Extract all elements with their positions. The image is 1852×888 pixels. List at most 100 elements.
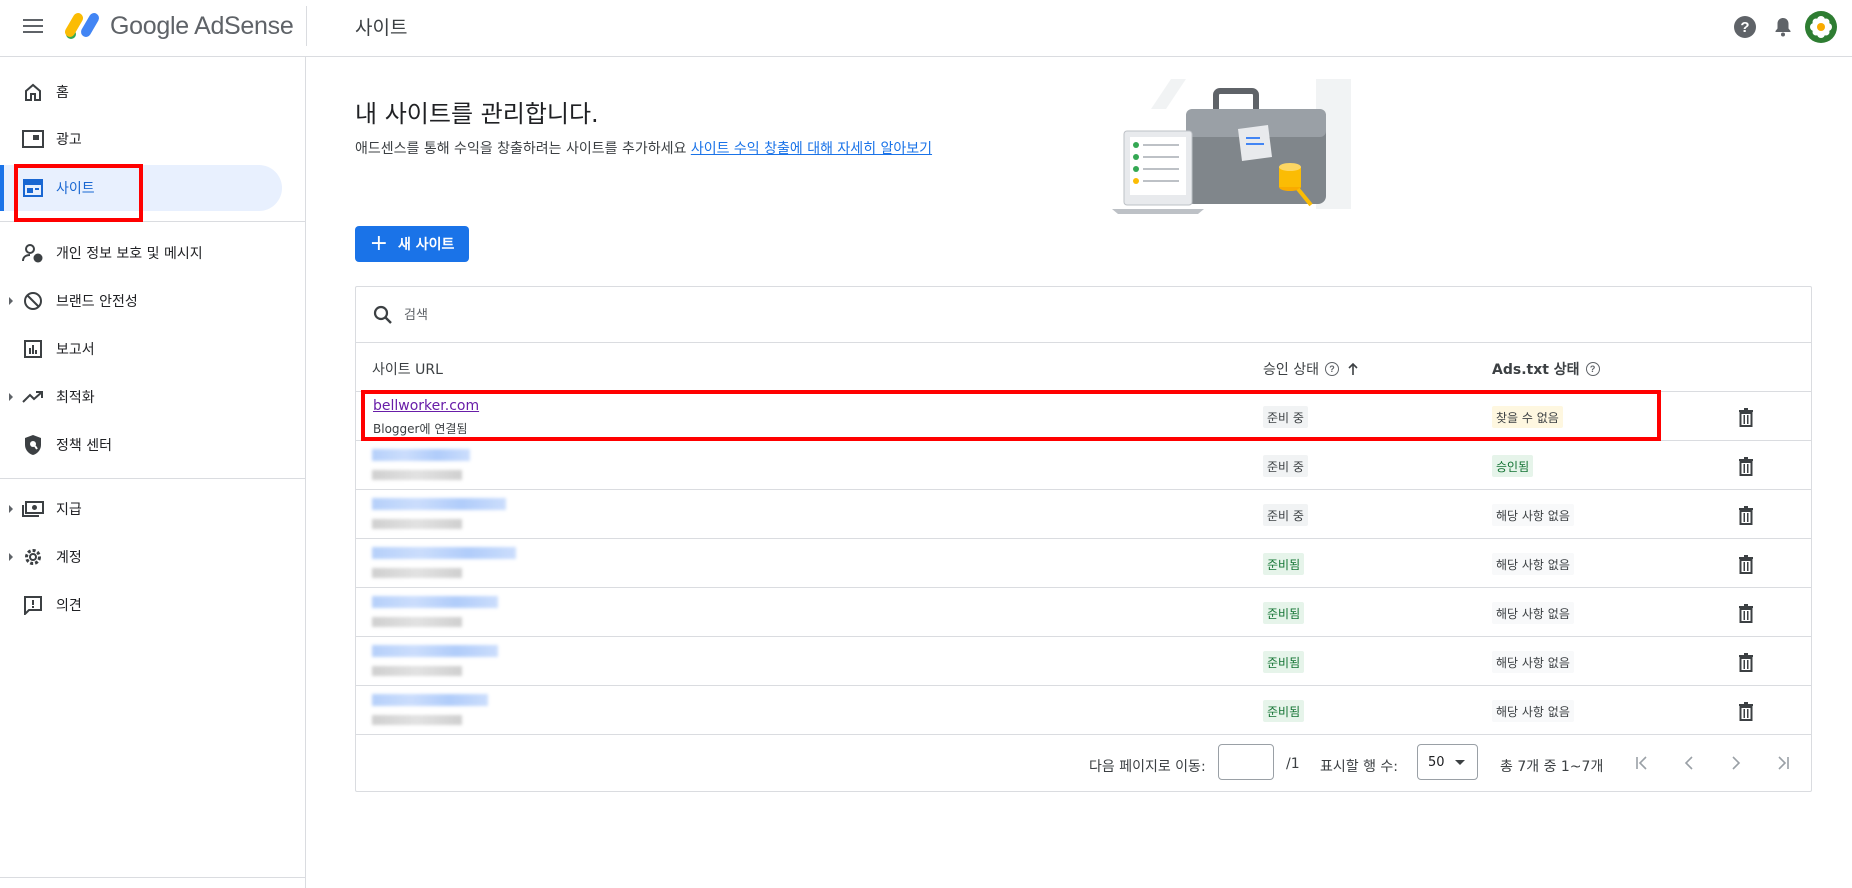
approval-status-chip: 준비됨 <box>1263 651 1305 673</box>
pagination-bar: 다음 페이지로 이동: /1 표시할 행 수: 50 총 7개 중 1~7개 <box>356 735 1811 792</box>
expand-caret-icon <box>9 297 13 305</box>
sidebar-divider <box>0 478 306 479</box>
goto-page-label: 다음 페이지로 이동: <box>1089 759 1206 775</box>
sidebar-item-label: 개인 정보 보호 및 메시지 <box>56 246 203 262</box>
site-url-link[interactable]: bellworker.com <box>373 398 479 414</box>
ads-txt-status-chip: 해당 사항 없음 <box>1492 700 1574 722</box>
page-number-input[interactable] <box>1218 744 1274 780</box>
rows-per-page-value: 50 <box>1428 754 1445 770</box>
help-outline-icon[interactable]: ? <box>1585 362 1600 376</box>
redacted-site-info <box>372 519 462 529</box>
approval-status-chip: 준비됨 <box>1263 602 1305 624</box>
approval-status-chip: 준비 중 <box>1263 406 1308 428</box>
sidebar-item-label: 지급 <box>56 502 82 518</box>
help-button[interactable]: ? <box>1728 10 1762 44</box>
page-heading: 내 사이트를 관리합니다. <box>355 100 599 128</box>
chevron-right-icon <box>1732 756 1741 770</box>
top-divider <box>306 6 307 46</box>
sidebar-item-privacy-messaging[interactable]: 개인 정보 보호 및 메시지 <box>0 230 282 276</box>
rows-per-page-select[interactable]: 50 <box>1417 744 1478 780</box>
last-page-button[interactable] <box>1770 750 1796 776</box>
delete-button[interactable] <box>1734 699 1758 723</box>
expand-caret-icon <box>9 505 13 513</box>
trash-icon <box>1739 505 1753 525</box>
search-icon <box>373 305 392 324</box>
sidebar-divider <box>0 877 306 878</box>
feedback-icon <box>22 594 44 616</box>
delete-button[interactable] <box>1734 503 1758 527</box>
plus-icon: + <box>369 231 389 256</box>
table-row[interactable]: 준비됨 해당 사항 없음 <box>356 539 1811 588</box>
new-site-button[interactable]: + 새 사이트 <box>355 226 469 262</box>
learn-more-link[interactable]: 사이트 수익 창출에 대해 자세히 알아보기 <box>691 141 932 157</box>
redacted-site-info <box>372 617 462 627</box>
table-row[interactable]: 준비됨 해당 사항 없음 <box>356 686 1811 735</box>
chevron-left-icon <box>1684 756 1693 770</box>
column-header-ads-txt-status[interactable]: Ads.txt 상태 ? <box>1492 359 1600 379</box>
sidebar-item-reports[interactable]: 보고서 <box>0 326 282 372</box>
sidebar-item-payments[interactable]: 지급 <box>0 486 282 532</box>
ads-txt-status-chip: 해당 사항 없음 <box>1492 602 1574 624</box>
page-subtitle: 애드센스를 통해 수익을 창출하려는 사이트를 추가하세요 사이트 수익 창출에… <box>355 138 932 158</box>
new-site-button-label: 새 사이트 <box>398 237 455 253</box>
trash-icon <box>1739 652 1753 672</box>
reports-icon <box>22 338 44 360</box>
sidebar-item-policy-center[interactable]: 정책 센터 <box>0 422 282 468</box>
column-header-site-url[interactable]: 사이트 URL <box>372 359 443 379</box>
first-page-icon <box>1636 756 1647 770</box>
redacted-site-url <box>372 596 498 608</box>
expand-caret-icon <box>9 553 13 561</box>
ads-txt-status-chip: 해당 사항 없음 <box>1492 504 1574 526</box>
sidebar-divider <box>0 221 306 222</box>
sidebar-item-optimization[interactable]: 최적화 <box>0 374 282 420</box>
delete-button[interactable] <box>1734 552 1758 576</box>
trash-icon <box>1739 554 1753 574</box>
dropdown-arrow-icon <box>1455 760 1465 765</box>
sidebar-item-feedback[interactable]: 의견 <box>0 582 282 628</box>
previous-page-button[interactable] <box>1676 750 1702 776</box>
trending-up-icon <box>22 386 44 408</box>
trash-icon <box>1739 603 1753 623</box>
first-page-button[interactable] <box>1629 750 1655 776</box>
delete-button[interactable] <box>1734 454 1758 478</box>
sidebar-item-brand-safety[interactable]: 브랜드 안전성 <box>0 278 282 324</box>
sites-icon <box>22 177 44 199</box>
sort-ascending-icon[interactable] <box>1347 362 1359 376</box>
sidebar: 홈 광고 사이트 개인 정보 보호 및 메시지 브랜드 안전성 보고서 최적화 … <box>0 57 306 888</box>
table-row[interactable]: 준비 중 해당 사항 없음 <box>356 490 1811 539</box>
page-title: 사이트 <box>355 17 408 39</box>
ads-txt-status-chip: 해당 사항 없음 <box>1492 651 1574 673</box>
sidebar-item-ads[interactable]: 광고 <box>0 116 282 162</box>
policy-shield-icon <box>22 434 44 456</box>
table-row[interactable]: 준비됨 해당 사항 없음 <box>356 588 1811 637</box>
search-input[interactable] <box>404 303 1004 327</box>
help-outline-icon[interactable]: ? <box>1324 362 1339 376</box>
search-row <box>356 287 1811 343</box>
sidebar-item-account[interactable]: 계정 <box>0 534 282 580</box>
table-row[interactable]: 준비됨 해당 사항 없음 <box>356 637 1811 686</box>
main-menu-button[interactable] <box>20 15 46 41</box>
sidebar-item-label: 보고서 <box>56 342 95 358</box>
page-total: /1 <box>1286 756 1300 772</box>
sidebar-item-sites[interactable]: 사이트 <box>0 165 282 211</box>
delete-button[interactable] <box>1734 405 1758 429</box>
redacted-site-url <box>372 449 470 461</box>
redacted-site-url <box>372 547 516 559</box>
sidebar-item-home[interactable]: 홈 <box>0 69 282 115</box>
table-row[interactable]: 준비 중 승인됨 <box>356 441 1811 490</box>
account-button[interactable] <box>1804 10 1838 44</box>
delete-button[interactable] <box>1734 650 1758 674</box>
last-page-icon <box>1778 756 1789 770</box>
column-header-approval-status[interactable]: 승인 상태 ? <box>1263 359 1359 379</box>
ads-txt-status-chip: 승인됨 <box>1492 455 1534 477</box>
approval-status-chip: 준비 중 <box>1263 504 1308 526</box>
redacted-site-url <box>372 498 506 510</box>
notifications-button[interactable] <box>1766 10 1800 44</box>
delete-button[interactable] <box>1734 601 1758 625</box>
trash-icon <box>1739 407 1753 427</box>
sidebar-item-label: 광고 <box>56 132 82 148</box>
main-content: 내 사이트를 관리합니다. 애드센스를 통해 수익을 창출하려는 사이트를 추가… <box>306 57 1852 888</box>
rows-per-page-label: 표시할 행 수: <box>1320 759 1399 775</box>
table-row[interactable]: bellworker.com Blogger에 연결됨 준비 중 찾을 수 없음 <box>356 392 1811 441</box>
next-page-button[interactable] <box>1723 750 1749 776</box>
